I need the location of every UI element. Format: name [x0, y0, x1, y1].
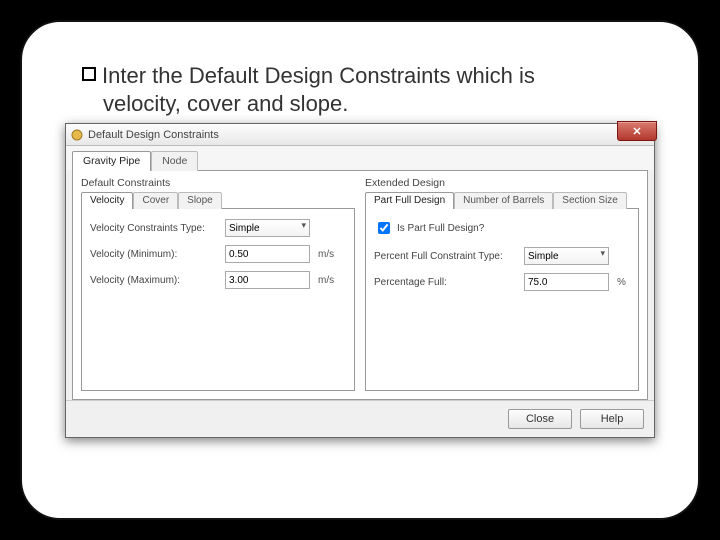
extended-design-title: Extended Design [365, 177, 639, 189]
close-dialog-button[interactable]: Close [508, 409, 572, 429]
velocity-panel: Velocity Constraints Type: Simple Veloci… [81, 208, 355, 391]
velocity-max-input[interactable] [225, 271, 310, 289]
app-icon [70, 128, 84, 142]
velocity-min-label: Velocity (Minimum): [90, 249, 225, 260]
bullet-line-2: velocity, cover and slope. [103, 91, 348, 116]
velocity-max-label: Velocity (Maximum): [90, 275, 225, 286]
velocity-min-input[interactable] [225, 245, 310, 263]
subtab-section-size[interactable]: Section Size [553, 192, 627, 209]
close-button[interactable]: ✕ [617, 121, 657, 141]
tab-node[interactable]: Node [151, 151, 198, 171]
percentage-full-label: Percentage Full: [374, 277, 524, 288]
is-part-full-design-checkbox[interactable]: Is Part Full Design? [374, 219, 630, 237]
subtab-part-full-design[interactable]: Part Full Design [365, 192, 454, 209]
top-tab-row: Gravity Pipe Node [66, 146, 654, 170]
dialog-button-bar: Close Help [66, 400, 654, 437]
right-subtab-row: Part Full Design Number of Barrels Secti… [365, 191, 639, 208]
title-bar: Default Design Constraints ✕ [66, 124, 654, 146]
is-part-full-design-label: Is Part Full Design? [397, 223, 484, 234]
percent-full-type-select[interactable]: Simple [524, 247, 609, 265]
bullet-square-icon [82, 67, 96, 81]
default-design-constraints-dialog: Default Design Constraints ✕ Gravity Pip… [65, 123, 655, 438]
percentage-full-unit: % [617, 277, 626, 288]
percent-full-type-label: Percent Full Constraint Type: [374, 251, 524, 262]
default-constraints-group: Default Constraints Velocity Cover Slope… [81, 177, 355, 391]
is-part-full-design-input[interactable] [378, 222, 390, 234]
part-full-design-panel: Is Part Full Design? Percent Full Constr… [365, 208, 639, 391]
velocity-max-unit: m/s [318, 275, 334, 286]
default-constraints-title: Default Constraints [81, 177, 355, 189]
subtab-cover[interactable]: Cover [133, 192, 178, 209]
slide-frame: Inter the Default Design Constraints whi… [20, 20, 700, 520]
subtab-slope[interactable]: Slope [178, 192, 222, 209]
subtab-number-of-barrels[interactable]: Number of Barrels [454, 192, 553, 209]
velocity-min-unit: m/s [318, 249, 334, 260]
left-subtab-row: Velocity Cover Slope [81, 191, 355, 208]
extended-design-group: Extended Design Part Full Design Number … [365, 177, 639, 391]
bullet-paragraph: Inter the Default Design Constraints whi… [82, 62, 668, 117]
bullet-line-1: Inter the Default Design Constraints whi… [102, 62, 535, 90]
help-button[interactable]: Help [580, 409, 644, 429]
velocity-type-select[interactable]: Simple [225, 219, 310, 237]
gravity-pipe-panel: Default Constraints Velocity Cover Slope… [72, 170, 648, 400]
percentage-full-input[interactable] [524, 273, 609, 291]
velocity-type-label: Velocity Constraints Type: [90, 223, 225, 234]
subtab-velocity[interactable]: Velocity [81, 192, 133, 209]
close-icon: ✕ [632, 125, 641, 138]
window-title: Default Design Constraints [88, 129, 219, 141]
tab-gravity-pipe[interactable]: Gravity Pipe [72, 151, 151, 171]
